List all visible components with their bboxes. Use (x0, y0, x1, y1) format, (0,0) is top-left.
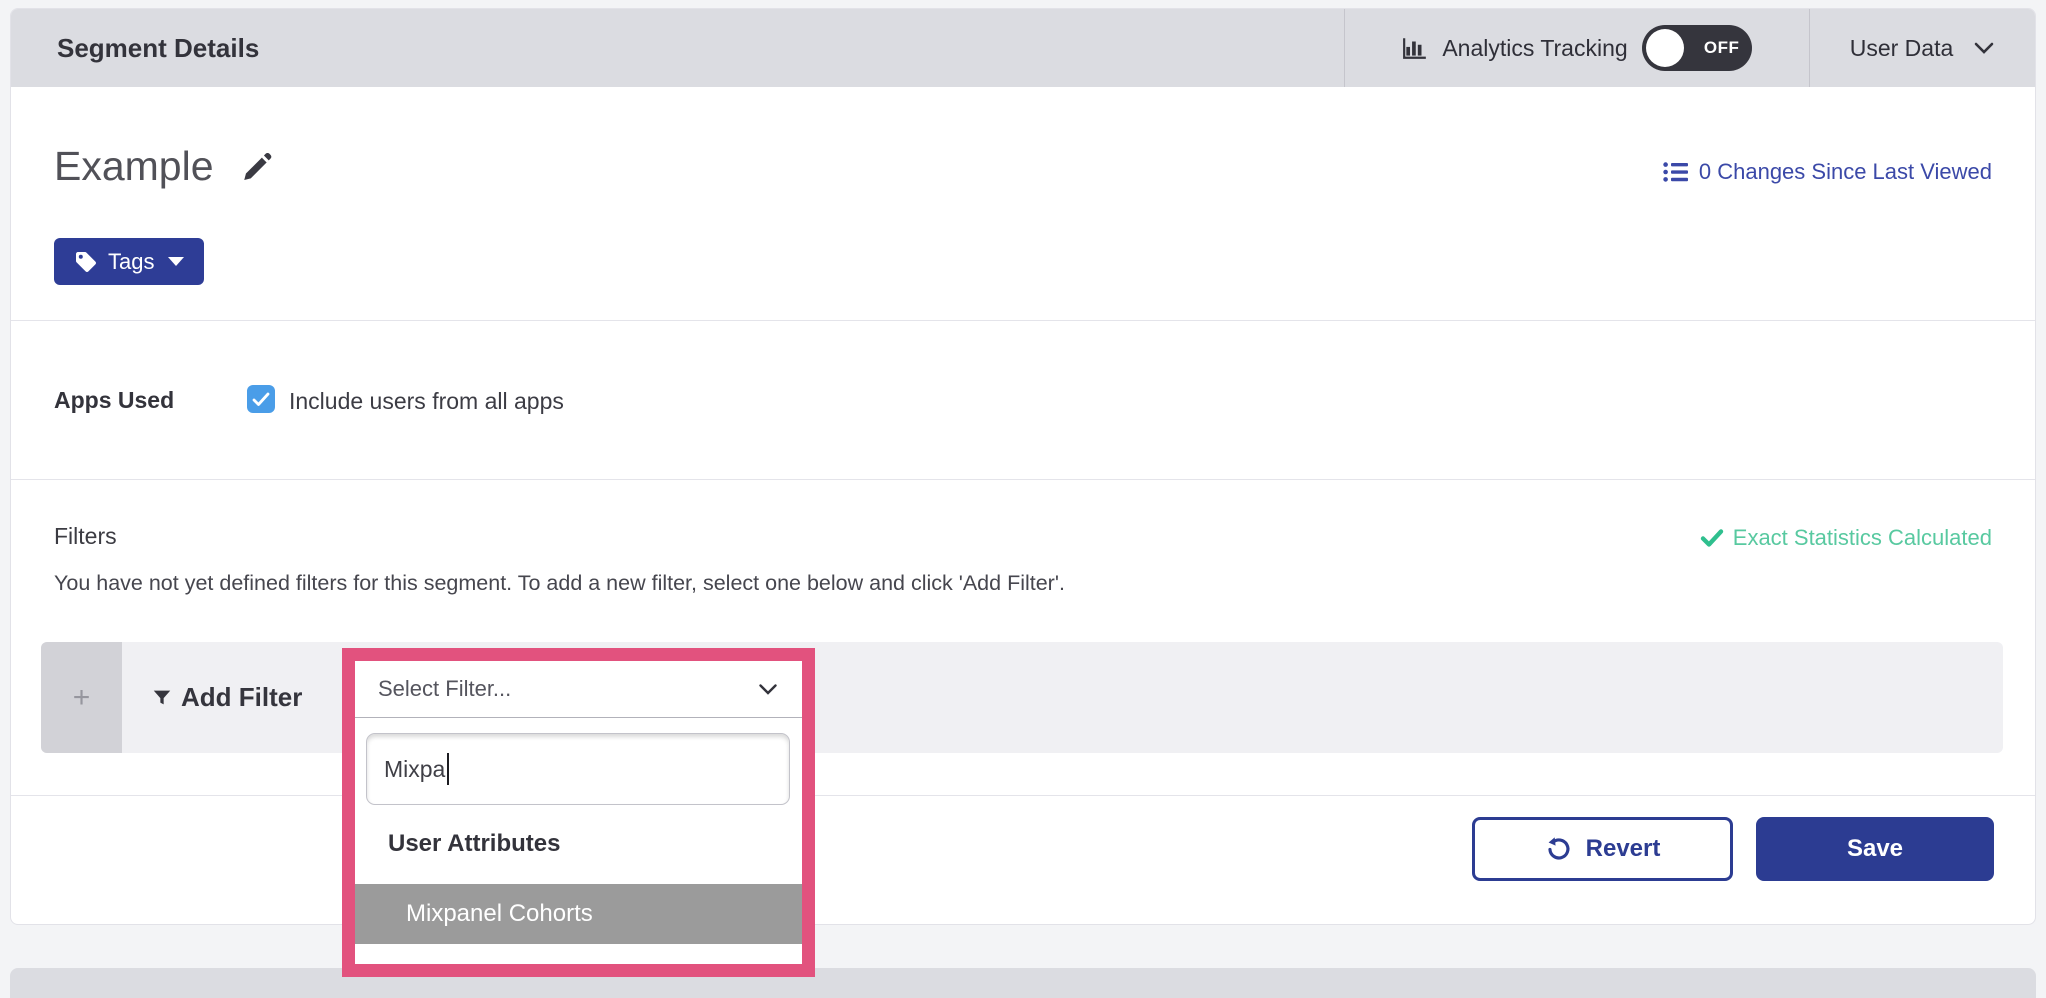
dropdown-option-mixpanel-cohorts[interactable]: Mixpanel Cohorts (355, 884, 802, 944)
analytics-tracking-group: Analytics Tracking OFF (1344, 9, 1809, 87)
tags-button[interactable]: Tags (54, 238, 204, 285)
add-filter-row: + Add Filter (41, 642, 2003, 753)
text-cursor (447, 753, 449, 785)
success-check-icon (1700, 528, 1724, 548)
add-filter-plus-button[interactable]: + (41, 642, 122, 753)
analytics-tracking-toggle[interactable]: OFF (1642, 25, 1752, 71)
revert-button[interactable]: Revert (1472, 817, 1733, 881)
edit-pencil-icon[interactable] (240, 150, 274, 184)
page-title: Segment Details (11, 33, 1344, 64)
toggle-knob (1646, 29, 1684, 67)
segment-details-card: Segment Details Analytics Tracking OFF U… (10, 8, 2036, 925)
apps-used-label: Apps Used (54, 387, 174, 414)
chevron-down-icon (758, 683, 778, 696)
changes-since-last-viewed-link[interactable]: 0 Changes Since Last Viewed (1663, 159, 1992, 185)
analytics-tracking-label: Analytics Tracking (1442, 35, 1627, 62)
add-filter-group: Add Filter (151, 642, 302, 753)
changes-list-icon (1663, 160, 1689, 184)
highlight-annotation-box: Select Filter... Mixpa User Attributes M… (342, 648, 815, 977)
changes-link-label: 0 Changes Since Last Viewed (1699, 159, 1992, 185)
filters-heading: Filters (54, 523, 117, 550)
filter-select[interactable]: Select Filter... (355, 661, 802, 718)
filter-search-value: Mixpa (384, 756, 445, 783)
segment-title-row: Example (54, 143, 274, 190)
plus-icon: + (73, 681, 91, 715)
revert-button-label: Revert (1586, 835, 1661, 863)
check-icon (252, 392, 270, 407)
section-divider (11, 320, 2035, 321)
filters-description: You have not yet defined filters for thi… (54, 571, 1065, 596)
exact-statistics-status: Exact Statistics Calculated (1700, 525, 1992, 551)
segment-name: Example (54, 143, 214, 190)
section-divider (11, 479, 2035, 480)
add-filter-label: Add Filter (181, 682, 302, 713)
dropdown-group-header: User Attributes (388, 830, 560, 858)
tag-icon (74, 250, 98, 274)
card-header: Segment Details Analytics Tracking OFF U… (11, 9, 2035, 87)
filter-select-placeholder: Select Filter... (378, 676, 511, 702)
user-data-label: User Data (1850, 35, 1954, 62)
undo-icon (1545, 836, 1572, 863)
exact-statistics-label: Exact Statistics Calculated (1733, 525, 1992, 551)
save-button-label: Save (1847, 835, 1903, 863)
chevron-down-icon (1973, 41, 1995, 55)
user-data-dropdown[interactable]: User Data (1809, 9, 2035, 87)
bar-chart-icon (1402, 35, 1428, 61)
next-section-header (10, 968, 2036, 998)
include-all-apps-label: Include users from all apps (289, 388, 564, 415)
filter-search-input[interactable]: Mixpa (366, 733, 790, 805)
segment-details-page: { "header": { "title": "Segment Details"… (0, 0, 2046, 986)
filter-funnel-icon (151, 687, 173, 709)
section-divider (11, 795, 2035, 796)
caret-down-icon (168, 257, 184, 266)
toggle-state-label: OFF (1692, 38, 1752, 58)
filter-dropdown-panel: Mixpa User Attributes Mixpanel Cohorts (355, 718, 802, 963)
save-button[interactable]: Save (1756, 817, 1994, 881)
include-all-apps-checkbox[interactable] (247, 385, 275, 413)
tags-button-label: Tags (108, 249, 154, 275)
